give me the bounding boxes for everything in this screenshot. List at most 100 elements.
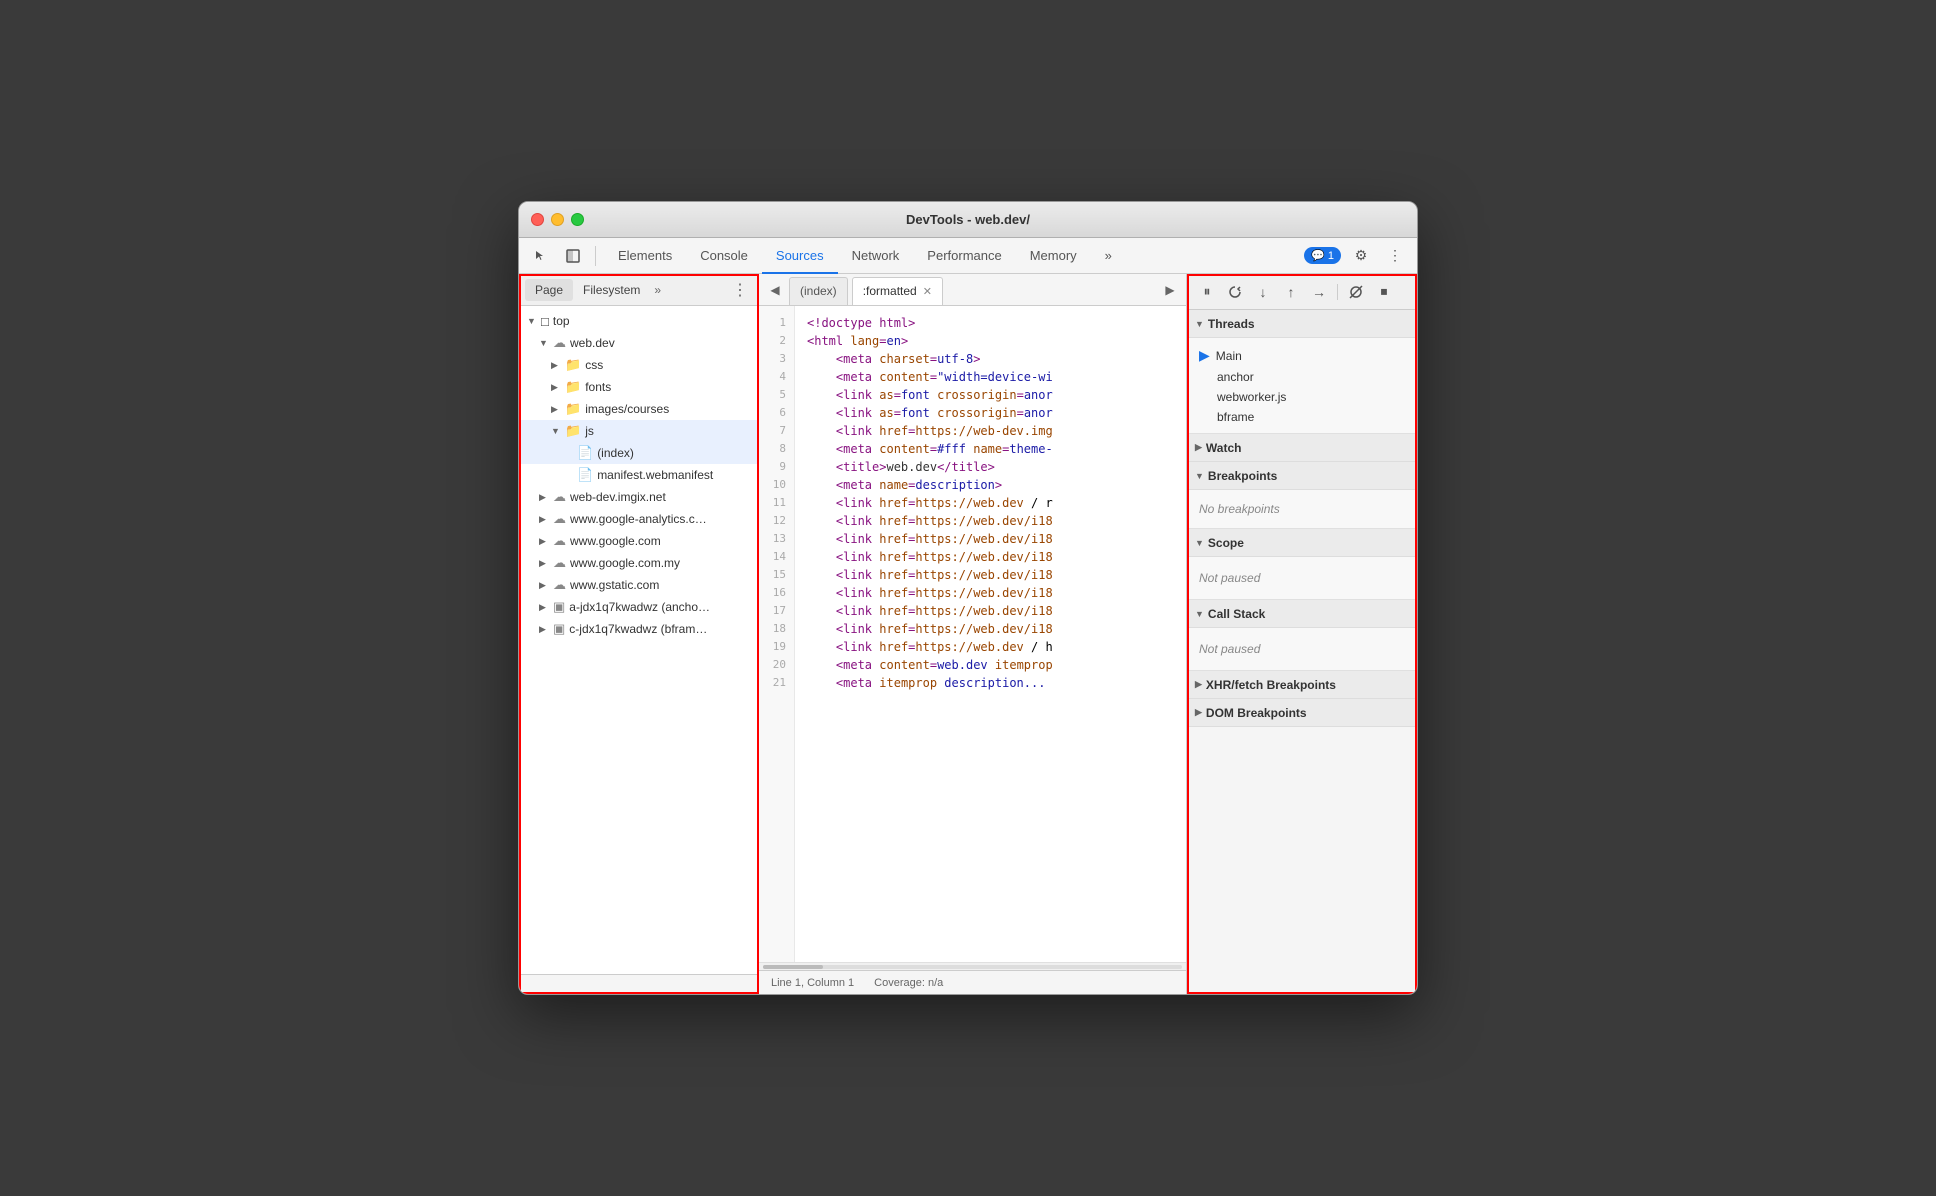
tab-more[interactable]: » xyxy=(1091,238,1126,274)
traffic-lights xyxy=(531,213,584,226)
scrollbar-track[interactable] xyxy=(763,965,1182,969)
main-toolbar: Elements Console Sources Network Perform… xyxy=(519,238,1417,274)
coverage-status: Coverage: n/a xyxy=(874,977,943,989)
tree-item-top[interactable]: ▼ □ top xyxy=(519,310,758,332)
tree-arrow-css: ▶ xyxy=(551,360,563,371)
left-panel: Page Filesystem » ⋮ ▼ □ top ▼ ☁ xyxy=(519,274,759,994)
breakpoints-arrow: ▼ xyxy=(1195,471,1204,481)
tab-elements[interactable]: Elements xyxy=(604,238,686,274)
cursor-position: Line 1, Column 1 xyxy=(771,977,854,989)
tab-filesystem[interactable]: Filesystem xyxy=(573,279,650,301)
tree-arrow-bframe: ▶ xyxy=(539,624,551,635)
callstack-content: Not paused xyxy=(1187,628,1417,671)
cloud-icon-analytics: ☁ xyxy=(553,511,566,527)
tree-item-anchor[interactable]: ▶ ▣ a-jdx1q7kwadwz (ancho… xyxy=(519,596,758,618)
editor-tab-formatted[interactable]: :formatted ✕ xyxy=(852,277,943,305)
right-panel: ⏸ ↓ ↑ → ⏹ ▼ Threads xyxy=(1187,274,1417,994)
select-tool-icon[interactable] xyxy=(527,242,555,270)
tab-page[interactable]: Page xyxy=(525,279,573,301)
step-btn[interactable]: → xyxy=(1307,280,1331,304)
deactivate-breakpoints-btn[interactable] xyxy=(1344,280,1368,304)
tree-item-manifest[interactable]: ▶ 📄 manifest.webmanifest xyxy=(519,464,758,486)
cloud-icon-google: ☁ xyxy=(553,533,566,549)
folder-icon-css: 📁 xyxy=(565,357,581,373)
step-into-btn[interactable]: ↓ xyxy=(1251,280,1275,304)
scrollbar-thumb[interactable] xyxy=(763,965,823,969)
frame-icon-bframe: ▣ xyxy=(553,621,565,637)
main-content: Page Filesystem » ⋮ ▼ □ top ▼ ☁ xyxy=(519,274,1417,994)
code-line-3: <meta charset=utf-8> xyxy=(807,350,1174,368)
tab-network[interactable]: Network xyxy=(838,238,914,274)
devtools-window: DevTools - web.dev/ Elements Console Sou… xyxy=(518,201,1418,995)
code-line-16: <link href=https://web.dev/i18 xyxy=(807,584,1174,602)
toolbar-right: 💬 1 ⚙ ⋮ xyxy=(1304,242,1409,270)
titlebar: DevTools - web.dev/ xyxy=(519,202,1417,238)
file-tree: ▼ □ top ▼ ☁ web.dev ▶ 📁 css xyxy=(519,306,758,974)
tree-item-google[interactable]: ▶ ☁ www.google.com xyxy=(519,530,758,552)
section-xhr[interactable]: ▶ XHR/fetch Breakpoints xyxy=(1187,671,1417,699)
file-icon-index: 📄 xyxy=(577,445,593,461)
section-callstack[interactable]: ▼ Call Stack xyxy=(1187,600,1417,628)
left-panel-statusbar xyxy=(519,974,758,994)
threads-content: ▶ Main anchor webworker.js bframe xyxy=(1187,338,1417,434)
code-editor[interactable]: 12345 678910 1112131415 1617181920 21 <!… xyxy=(759,306,1186,962)
tree-arrow-imgix: ▶ xyxy=(539,492,551,503)
notification-count: 1 xyxy=(1328,250,1334,262)
dock-icon[interactable] xyxy=(559,242,587,270)
code-line-10: <meta name=description> xyxy=(807,476,1174,494)
step-over-btn[interactable] xyxy=(1223,280,1247,304)
close-button[interactable] xyxy=(531,213,544,226)
editor-back-btn[interactable]: ◀ xyxy=(763,278,787,302)
thread-bframe[interactable]: bframe xyxy=(1199,407,1405,427)
tree-item-js[interactable]: ▼ 📁 js xyxy=(519,420,758,442)
more-options-icon[interactable]: ⋮ xyxy=(1381,242,1409,270)
separator xyxy=(595,246,596,266)
tree-item-index[interactable]: ▶ 📄 (index) xyxy=(519,442,758,464)
code-content[interactable]: <!doctype html> <html lang=en> <meta cha… xyxy=(795,306,1186,962)
thread-anchor[interactable]: anchor xyxy=(1199,367,1405,387)
tree-arrow-fonts: ▶ xyxy=(551,382,563,393)
close-tab-icon[interactable]: ✕ xyxy=(923,285,932,298)
tree-item-bframe[interactable]: ▶ ▣ c-jdx1q7kwadwz (bfram… xyxy=(519,618,758,640)
tree-item-analytics[interactable]: ▶ ☁ www.google-analytics.c… xyxy=(519,508,758,530)
tree-item-fonts[interactable]: ▶ 📁 fonts xyxy=(519,376,758,398)
settings-icon[interactable]: ⚙ xyxy=(1347,242,1375,270)
pause-btn[interactable]: ⏸ xyxy=(1195,280,1219,304)
tree-item-css[interactable]: ▶ 📁 css xyxy=(519,354,758,376)
file-icon-manifest: 📄 xyxy=(577,467,593,483)
more-tabs-icon[interactable]: » xyxy=(654,283,661,297)
tab-sources[interactable]: Sources xyxy=(762,238,838,274)
tree-item-images[interactable]: ▶ 📁 images/courses xyxy=(519,398,758,420)
left-panel-tabs: Page Filesystem » ⋮ xyxy=(519,274,758,306)
section-dom[interactable]: ▶ DOM Breakpoints xyxy=(1187,699,1417,727)
dom-arrow: ▶ xyxy=(1195,707,1202,718)
tree-item-gstatic[interactable]: ▶ ☁ www.gstatic.com xyxy=(519,574,758,596)
thread-main[interactable]: ▶ Main xyxy=(1199,344,1405,367)
editor-more-btn[interactable]: ▶ xyxy=(1158,278,1182,302)
section-watch[interactable]: ▶ Watch xyxy=(1187,434,1417,462)
notification-badge[interactable]: 💬 1 xyxy=(1304,247,1341,264)
maximize-button[interactable] xyxy=(571,213,584,226)
section-threads[interactable]: ▼ Threads xyxy=(1187,310,1417,338)
code-line-11: <link href=https://web.dev / r xyxy=(807,494,1174,512)
step-out-btn[interactable]: ↑ xyxy=(1279,280,1303,304)
cloud-icon-gstatic: ☁ xyxy=(553,577,566,593)
tree-item-imgix[interactable]: ▶ ☁ web-dev.imgix.net xyxy=(519,486,758,508)
tree-item-webdev[interactable]: ▼ ☁ web.dev xyxy=(519,332,758,354)
folder-icon-images: 📁 xyxy=(565,401,581,417)
tab-console[interactable]: Console xyxy=(686,238,762,274)
tab-memory[interactable]: Memory xyxy=(1016,238,1091,274)
editor-scrollbar[interactable] xyxy=(759,962,1186,970)
section-scope[interactable]: ▼ Scope xyxy=(1187,529,1417,557)
panel-menu-icon[interactable]: ⋮ xyxy=(728,278,752,302)
tree-item-googlemy[interactable]: ▶ ☁ www.google.com.my xyxy=(519,552,758,574)
cloud-icon-imgix: ☁ xyxy=(553,489,566,505)
tab-performance[interactable]: Performance xyxy=(913,238,1015,274)
dont-pause-exceptions-btn[interactable]: ⏹ xyxy=(1372,280,1396,304)
thread-webworker[interactable]: webworker.js xyxy=(1199,387,1405,407)
minimize-button[interactable] xyxy=(551,213,564,226)
code-line-20: <meta content=web.dev itemprop xyxy=(807,656,1174,674)
code-line-15: <link href=https://web.dev/i18 xyxy=(807,566,1174,584)
section-breakpoints[interactable]: ▼ Breakpoints xyxy=(1187,462,1417,490)
editor-tab-index[interactable]: (index) xyxy=(789,277,848,305)
